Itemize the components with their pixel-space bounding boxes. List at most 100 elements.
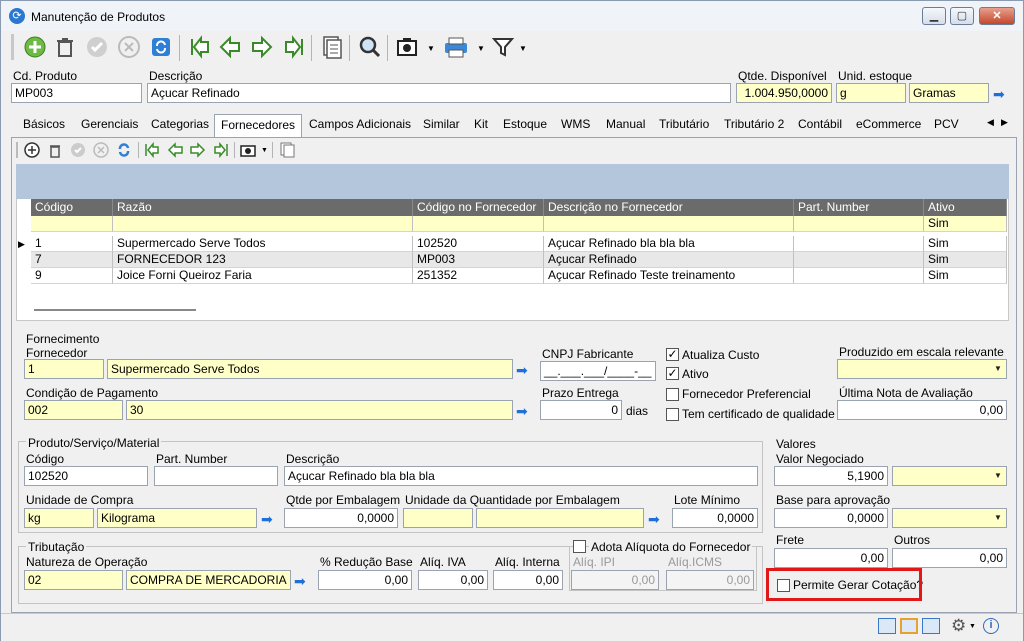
lookup-arrow-icon[interactable]: ➡ bbox=[648, 512, 662, 526]
tab-kit[interactable]: Kit bbox=[474, 117, 488, 131]
tab-wms[interactable]: WMS bbox=[561, 117, 590, 131]
natureza-operacao-code-input[interactable]: 02 bbox=[24, 570, 123, 590]
qtde-embalagem-input[interactable]: 0,0000 bbox=[284, 508, 398, 528]
filter-icon[interactable] bbox=[490, 34, 516, 60]
part-number-input[interactable] bbox=[154, 466, 278, 486]
col-ativo-header[interactable]: Ativo bbox=[924, 199, 1007, 216]
tab-similar[interactable]: Similar bbox=[423, 117, 460, 131]
table-row[interactable]: 1 Supermercado Serve Todos 102520 Açucar… bbox=[31, 236, 1007, 252]
grid-filter-row[interactable]: Sim bbox=[31, 216, 1007, 232]
table-row[interactable]: 7 FORNECEDOR 123 MP003 Açucar Refinado S… bbox=[31, 252, 1007, 268]
tab-contabil[interactable]: Contábil bbox=[798, 117, 842, 131]
fornecedor-preferencial-checkbox[interactable] bbox=[666, 388, 679, 401]
last-record-icon[interactable] bbox=[281, 34, 307, 60]
frete-input[interactable]: 0,00 bbox=[774, 548, 888, 568]
condicao-pagamento-code-input[interactable]: 002 bbox=[24, 400, 123, 420]
cancel-icon[interactable] bbox=[91, 140, 111, 160]
lookup-arrow-icon[interactable]: ➡ bbox=[993, 87, 1007, 101]
certificado-qualidade-checkbox[interactable] bbox=[666, 408, 679, 421]
view-form-icon[interactable] bbox=[900, 618, 918, 634]
lookup-arrow-icon[interactable]: ➡ bbox=[294, 574, 308, 588]
tab-scroll-left-icon[interactable]: ◀ bbox=[987, 117, 994, 128]
last-record-icon[interactable] bbox=[211, 140, 231, 160]
unid-estoque-code-input[interactable]: g bbox=[836, 83, 906, 103]
minimize-button[interactable]: ▁ bbox=[922, 7, 946, 25]
chevron-down-icon[interactable]: ▼ bbox=[991, 509, 1005, 527]
maximize-button[interactable]: ▢ bbox=[950, 7, 974, 25]
camera-icon[interactable] bbox=[238, 140, 258, 160]
lookup-arrow-icon[interactable]: ➡ bbox=[516, 363, 530, 377]
search-icon[interactable] bbox=[357, 34, 383, 60]
aliq-interna-input[interactable]: 0,00 bbox=[493, 570, 563, 590]
lookup-arrow-icon[interactable]: ➡ bbox=[261, 512, 275, 526]
lookup-arrow-icon[interactable]: ➡ bbox=[516, 404, 530, 418]
chevron-down-icon[interactable]: ▼ bbox=[969, 623, 976, 630]
trash-icon[interactable] bbox=[52, 34, 78, 60]
unidade-compra-code-input[interactable]: kg bbox=[24, 508, 94, 528]
tab-estoque[interactable]: Estoque bbox=[503, 117, 547, 131]
tab-ecommerce[interactable]: eCommerce bbox=[856, 117, 921, 131]
tab-gerenciais[interactable]: Gerenciais bbox=[81, 117, 138, 131]
descricao-input[interactable]: Açucar Refinado bbox=[147, 83, 731, 103]
first-record-icon[interactable] bbox=[187, 34, 213, 60]
valor-negociado-select[interactable] bbox=[892, 466, 1007, 486]
next-record-icon[interactable] bbox=[188, 140, 208, 160]
chevron-down-icon[interactable]: ▼ bbox=[427, 44, 435, 53]
produto-codigo-input[interactable]: 102520 bbox=[24, 466, 148, 486]
confirm-icon[interactable] bbox=[68, 140, 88, 160]
valor-negociado-input[interactable]: 5,1900 bbox=[774, 466, 888, 486]
produzido-escala-select[interactable] bbox=[837, 359, 1007, 379]
col-part-number-header[interactable]: Part. Number bbox=[794, 199, 924, 216]
tab-tributario[interactable]: Tributário bbox=[659, 117, 709, 131]
document-list-icon[interactable] bbox=[319, 34, 345, 60]
chevron-down-icon[interactable]: ▼ bbox=[261, 147, 268, 154]
cnpj-fabricante-input[interactable]: __.___.___/____-__ bbox=[540, 361, 656, 381]
reducao-base-input[interactable]: 0,00 bbox=[318, 570, 412, 590]
tab-fornecedores[interactable]: Fornecedores bbox=[214, 114, 303, 138]
tab-categorias[interactable]: Categorias bbox=[151, 117, 209, 131]
previous-record-icon[interactable] bbox=[217, 34, 243, 60]
printer-icon[interactable] bbox=[443, 34, 469, 60]
adota-aliquota-checkbox[interactable] bbox=[573, 540, 586, 553]
trash-icon[interactable] bbox=[45, 140, 65, 160]
col-descricao-fornecedor-header[interactable]: Descrição no Fornecedor bbox=[544, 199, 794, 216]
tab-manual[interactable]: Manual bbox=[606, 117, 645, 131]
col-codigo-header[interactable]: Código bbox=[31, 199, 113, 216]
camera-icon[interactable] bbox=[394, 34, 420, 60]
view-grid-icon[interactable] bbox=[878, 618, 896, 634]
lote-minimo-input[interactable]: 0,0000 bbox=[672, 508, 758, 528]
produto-descricao-input[interactable]: Açucar Refinado bla bla bla bbox=[284, 466, 758, 486]
ativo-checkbox[interactable]: ✓ bbox=[666, 367, 679, 380]
cd-produto-input[interactable]: MP003 bbox=[11, 83, 142, 103]
aliq-iva-input[interactable]: 0,00 bbox=[418, 570, 488, 590]
prazo-entrega-input[interactable]: 0 bbox=[540, 400, 622, 420]
refresh-icon[interactable] bbox=[114, 140, 134, 160]
tab-pcv[interactable]: PCV bbox=[934, 117, 959, 131]
previous-record-icon[interactable] bbox=[165, 140, 185, 160]
unidade-qtde-embalagem-code-input[interactable] bbox=[403, 508, 473, 528]
refresh-icon[interactable] bbox=[148, 34, 174, 60]
document-list-icon[interactable] bbox=[277, 140, 297, 160]
view-card-icon[interactable] bbox=[922, 618, 940, 634]
col-codigo-fornecedor-header[interactable]: Código no Fornecedor bbox=[413, 199, 544, 216]
chevron-down-icon[interactable]: ▼ bbox=[991, 360, 1005, 378]
base-aprovacao-select[interactable] bbox=[892, 508, 1007, 528]
close-button[interactable]: ✕ bbox=[979, 7, 1015, 25]
first-record-icon[interactable] bbox=[142, 140, 162, 160]
confirm-icon[interactable] bbox=[84, 34, 110, 60]
info-icon[interactable]: i bbox=[983, 618, 999, 634]
gear-icon[interactable]: ⚙ bbox=[951, 616, 966, 636]
add-icon[interactable] bbox=[22, 140, 42, 160]
outros-input[interactable]: 0,00 bbox=[892, 548, 1007, 568]
grid-scrollbar[interactable] bbox=[34, 309, 196, 311]
fornecedor-code-input[interactable]: 1 bbox=[24, 359, 104, 379]
cancel-icon[interactable] bbox=[116, 34, 142, 60]
tab-scroll-right-icon[interactable]: ▶ bbox=[1001, 117, 1008, 128]
add-icon[interactable] bbox=[22, 34, 48, 60]
col-razao-header[interactable]: Razão bbox=[113, 199, 413, 216]
chevron-down-icon[interactable]: ▼ bbox=[519, 44, 527, 53]
chevron-down-icon[interactable]: ▼ bbox=[991, 467, 1005, 485]
base-aprovacao-input[interactable]: 0,0000 bbox=[774, 508, 888, 528]
tab-basicos[interactable]: Básicos bbox=[23, 117, 65, 131]
atualiza-custo-checkbox[interactable]: ✓ bbox=[666, 348, 679, 361]
